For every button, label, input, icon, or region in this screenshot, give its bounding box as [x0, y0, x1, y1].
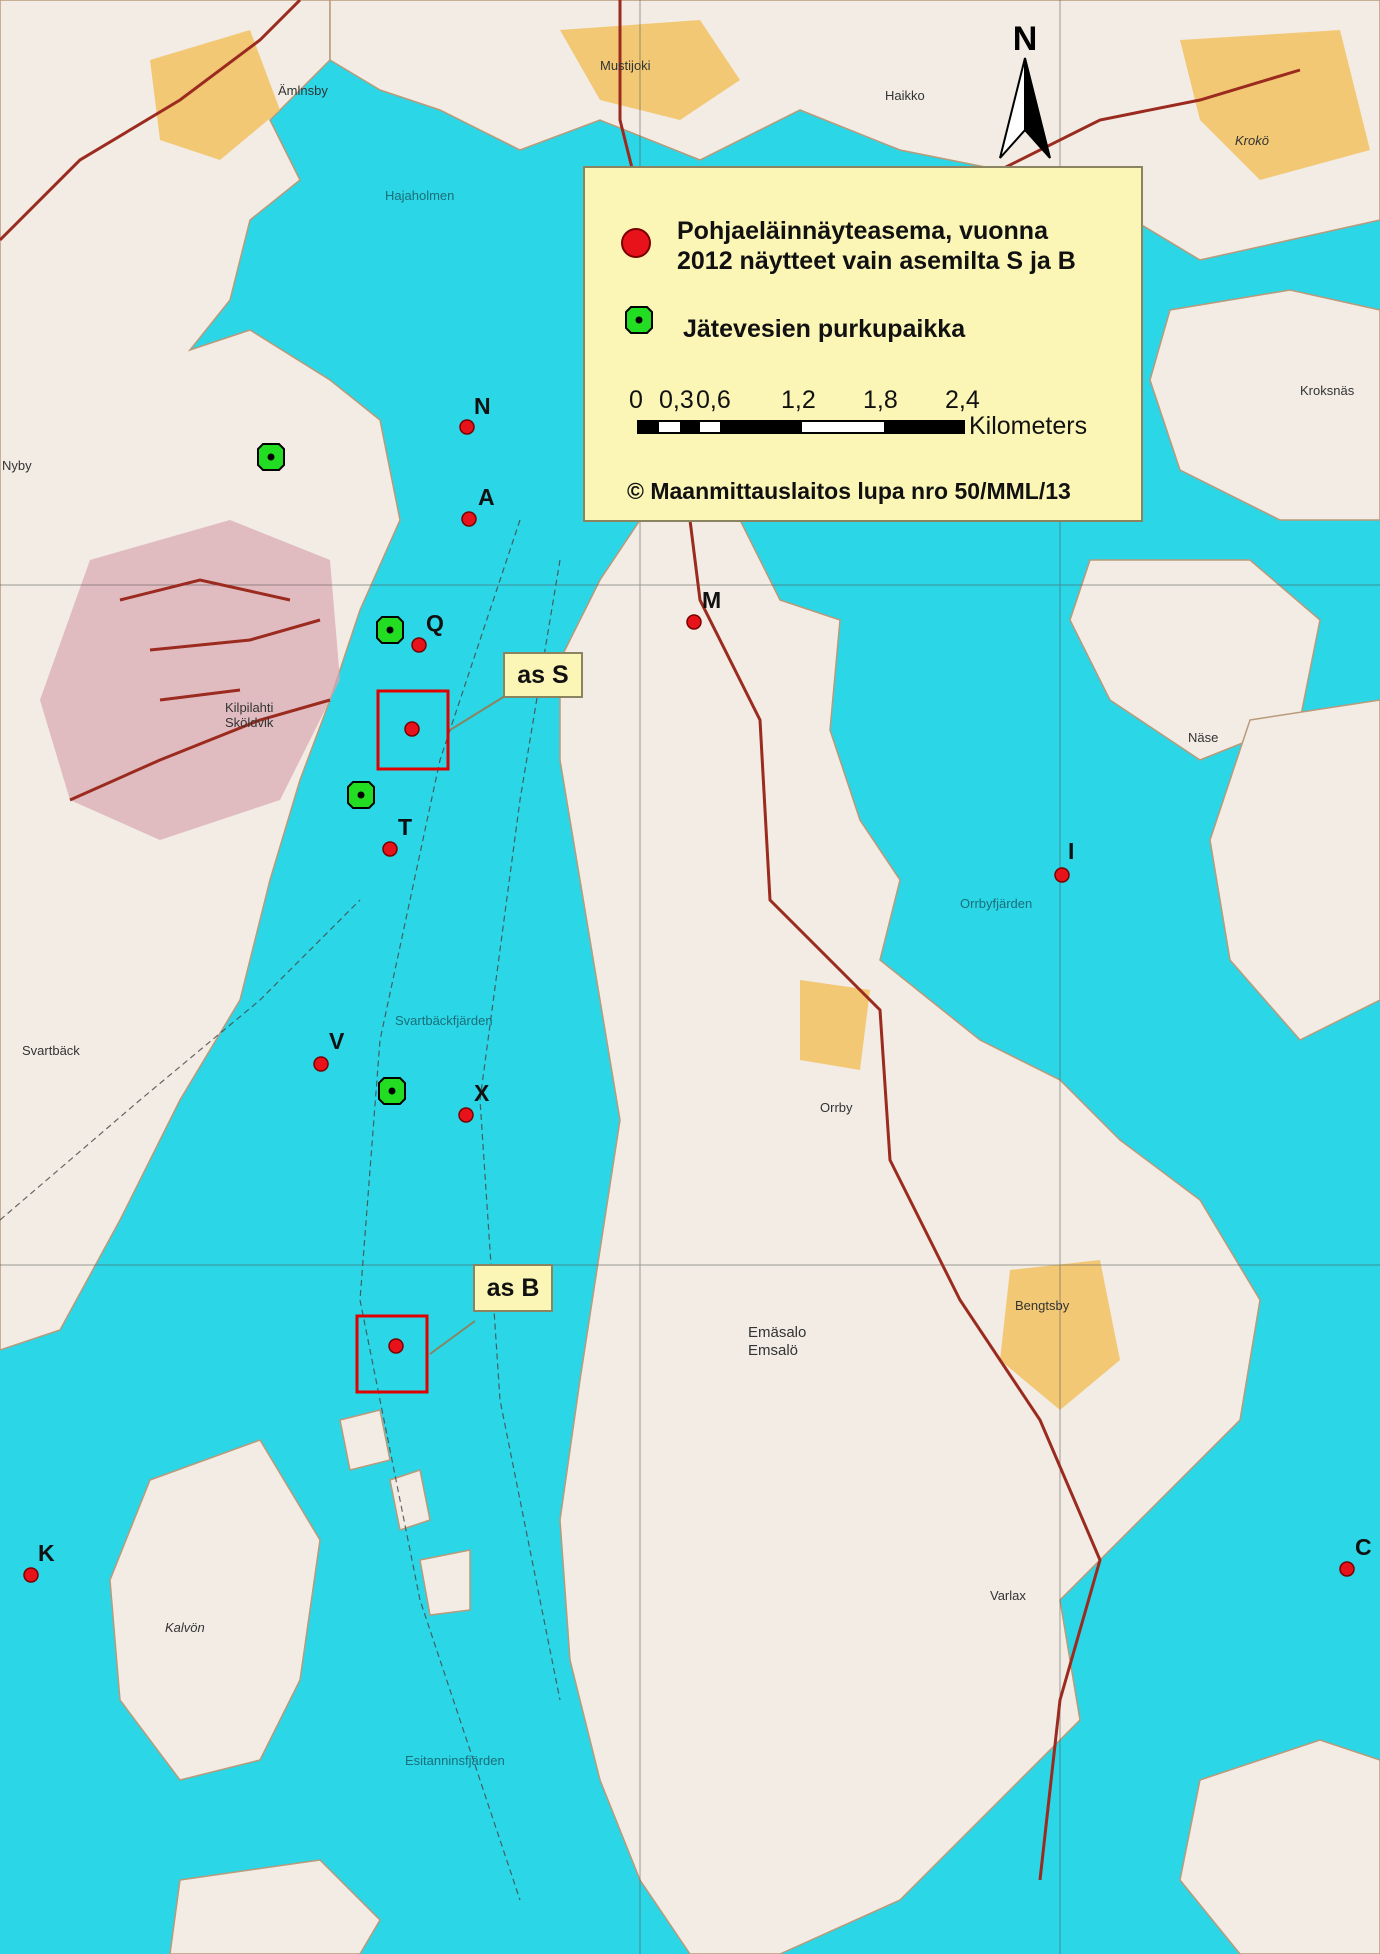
scale-tick-label: 2,4 — [945, 386, 980, 414]
outfall-marker — [347, 781, 375, 809]
callout-station-b: as B — [473, 1264, 553, 1312]
station-marker-v — [313, 1056, 329, 1072]
station-label: Q — [426, 610, 444, 636]
place-label-mustijoki: Mustijoki — [600, 58, 651, 73]
place-label-nase: Näse — [1188, 730, 1218, 745]
place-label-kroksnas: Kroksnäs — [1300, 383, 1355, 398]
legend-copyright: © Maanmittauslaitos lupa nro 50/MML/13 — [627, 478, 1071, 504]
station-label: M — [702, 587, 722, 613]
station-label: I — [1068, 838, 1075, 864]
place-label-bengtsby: Bengtsby — [1015, 1298, 1070, 1313]
outfall-marker — [376, 616, 404, 644]
station-label: T — [398, 814, 413, 840]
map-figure: N Kilpilahti Sköldvik Svartbäck Svartbäc… — [0, 0, 1380, 1954]
legend-station-entry: Pohjaeläinnäyteasema, vuonna 2012 näytte… — [621, 216, 1076, 276]
scale-tick-label: 1,2 — [781, 386, 816, 414]
station-label: C — [1355, 1534, 1372, 1560]
small-island-3 — [419, 1549, 471, 1616]
map-legend: Pohjaeläinnäyteasema, vuonna 2012 näytte… — [583, 166, 1143, 522]
place-label-svartbackfjarden: Svartbäckfjärden — [395, 1013, 493, 1028]
scale-bar — [637, 420, 965, 434]
outfall-marker — [257, 443, 285, 471]
place-label-orrby: Orrby — [820, 1100, 853, 1115]
place-label-kroko: Krokö — [1235, 133, 1269, 148]
outfall-marker — [378, 1077, 406, 1105]
place-label-kalvon: Kalvön — [165, 1620, 205, 1635]
place-label-emsalo: Emsalö — [748, 1342, 798, 1359]
station-marker-b — [388, 1338, 404, 1354]
station-marker-k — [23, 1567, 39, 1583]
station-marker-i — [1054, 867, 1070, 883]
station-marker-q — [411, 637, 427, 653]
place-label-orrbyfjarden: Orrbyfjärden — [960, 896, 1032, 911]
legend-station-text-1: Pohjaeläinnäyteasema, vuonna — [677, 217, 1048, 245]
place-label-haikko: Haikko — [885, 88, 925, 103]
scale-unit: Kilometers — [969, 412, 1088, 440]
station-marker-c — [1339, 1561, 1355, 1577]
legend-outfall-text: Jätevesien purkupaikka — [683, 315, 966, 343]
legend-station-text-2: 2012 näytteet vain asemilta S ja B — [677, 247, 1076, 275]
place-label-esitanninsfjarden: Esitanninsfjärden — [405, 1753, 505, 1768]
scale-tick-label: 0,6 — [696, 386, 731, 414]
station-label: V — [329, 1028, 345, 1054]
scale-tick-label: 1,8 — [863, 386, 898, 414]
place-label-hajaholmen: Hajaholmen — [385, 188, 454, 203]
station-marker-s — [404, 721, 420, 737]
station-label: A — [478, 484, 495, 510]
place-label-svartback: Svartbäck — [22, 1043, 80, 1058]
place-label-emasalo: Emäsalo — [748, 1324, 806, 1341]
station-label: K — [38, 1540, 55, 1566]
north-label: N — [1013, 20, 1038, 58]
place-label-varlax: Varlax — [990, 1588, 1026, 1603]
legend-outfall-entry: Jätevesien purkupaikka — [625, 306, 965, 344]
place-label-skoldvik: Sköldvik — [225, 715, 274, 730]
legend-station-symbol — [621, 228, 651, 258]
station-marker-n — [459, 419, 475, 435]
scale-tick-label: 0 — [629, 386, 643, 414]
field-area-orrby — [800, 980, 870, 1070]
station-marker-x — [458, 1107, 474, 1123]
station-marker-a — [461, 511, 477, 527]
small-island-1 — [339, 1409, 391, 1471]
scale-tick-label: 0,3 — [659, 386, 694, 414]
station-marker-t — [382, 841, 398, 857]
callout-station-s: as S — [503, 652, 583, 698]
place-label-nybyt: Nyby — [2, 458, 32, 473]
station-marker-m — [686, 614, 702, 630]
place-label-amlnsby: Ämlnsby — [278, 83, 328, 98]
station-label: X — [474, 1080, 490, 1106]
place-label-kilpilahti: Kilpilahti — [225, 700, 274, 715]
legend-outfall-symbol — [625, 306, 653, 334]
station-label: N — [474, 393, 491, 419]
